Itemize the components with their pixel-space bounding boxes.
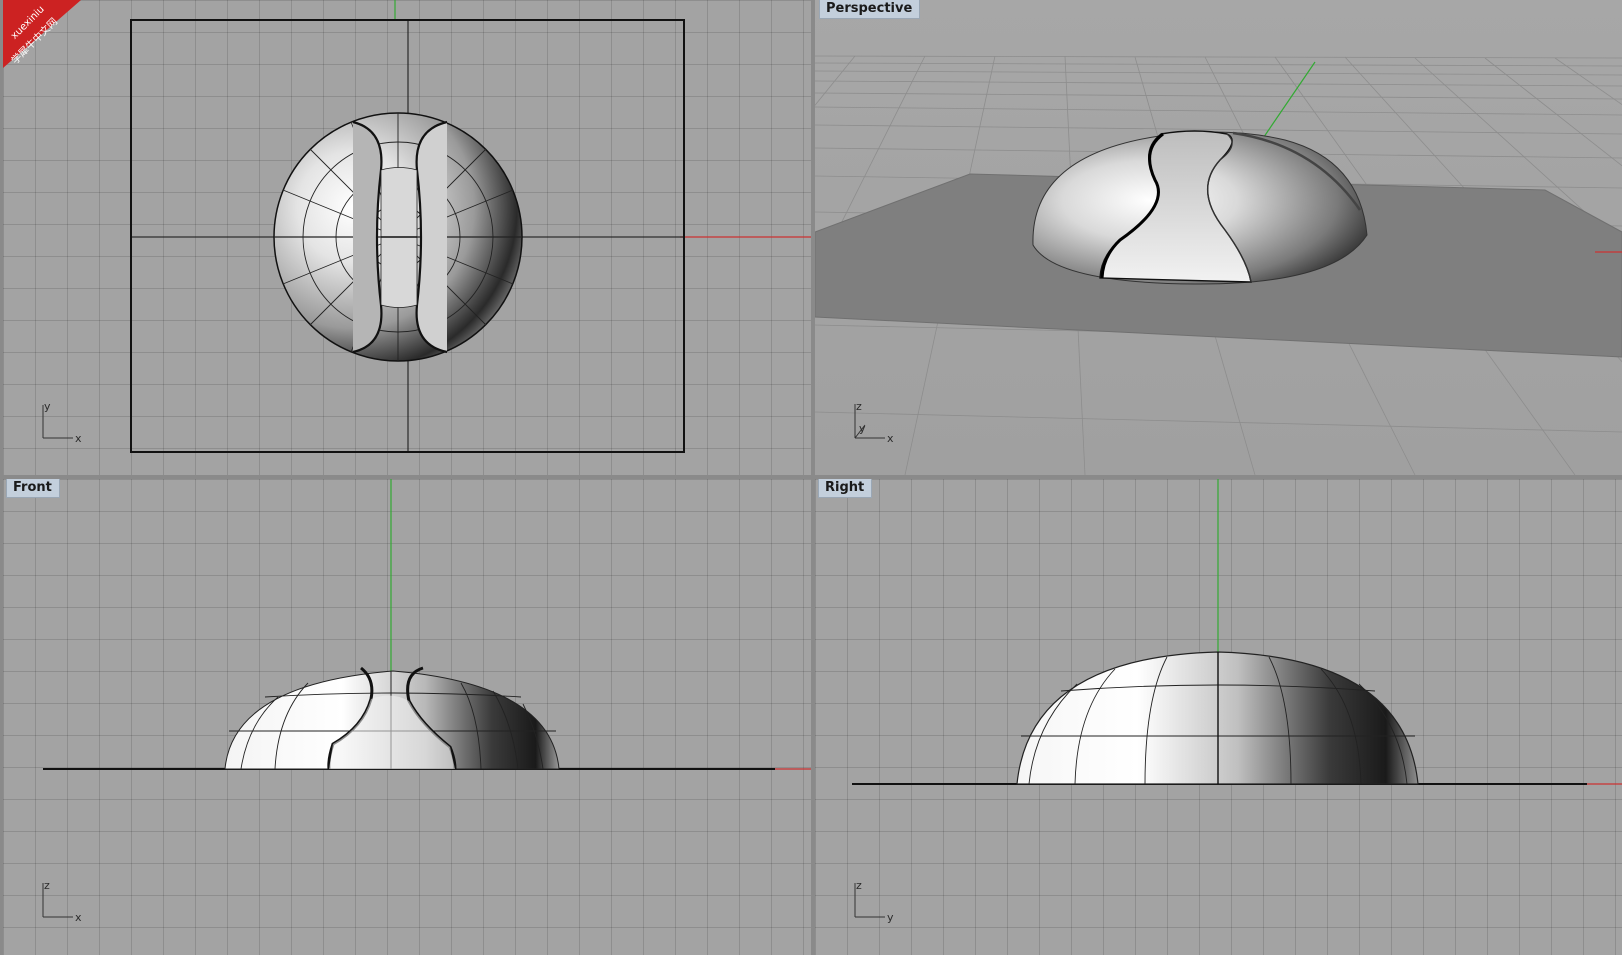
dome-top-view [273, 112, 523, 362]
axis-label-h: x [887, 432, 894, 445]
axis-label-h: y [887, 911, 894, 924]
dome-right-view [1016, 651, 1419, 785]
axis-label-d: y [859, 422, 866, 435]
viewport-title-front[interactable]: Front [6, 479, 60, 498]
axis-label-v: y [44, 400, 51, 413]
viewport-title-perspective[interactable]: Perspective [819, 0, 921, 19]
cplane-axis-icon: y x [42, 400, 82, 445]
axis-label-v: z [856, 400, 862, 413]
axis-label-h: x [75, 911, 82, 924]
viewport-right[interactable]: z y Right [815, 479, 1622, 955]
axis-label-h: x [75, 432, 82, 445]
viewport-perspective[interactable]: z y x Perspective [815, 0, 1622, 475]
viewport-top[interactable]: y x xuexiniu 学犀牛中文网 [3, 0, 811, 475]
viewport-front[interactable]: z x Front [3, 479, 811, 955]
cplane-axis-icon: z x [42, 879, 82, 924]
cplane-axis-icon: z y [854, 879, 894, 924]
axis-label-v: z [44, 879, 50, 892]
viewport-title-right[interactable]: Right [818, 479, 873, 498]
dome-front-view [224, 666, 560, 770]
axis-label-v: z [856, 879, 862, 892]
